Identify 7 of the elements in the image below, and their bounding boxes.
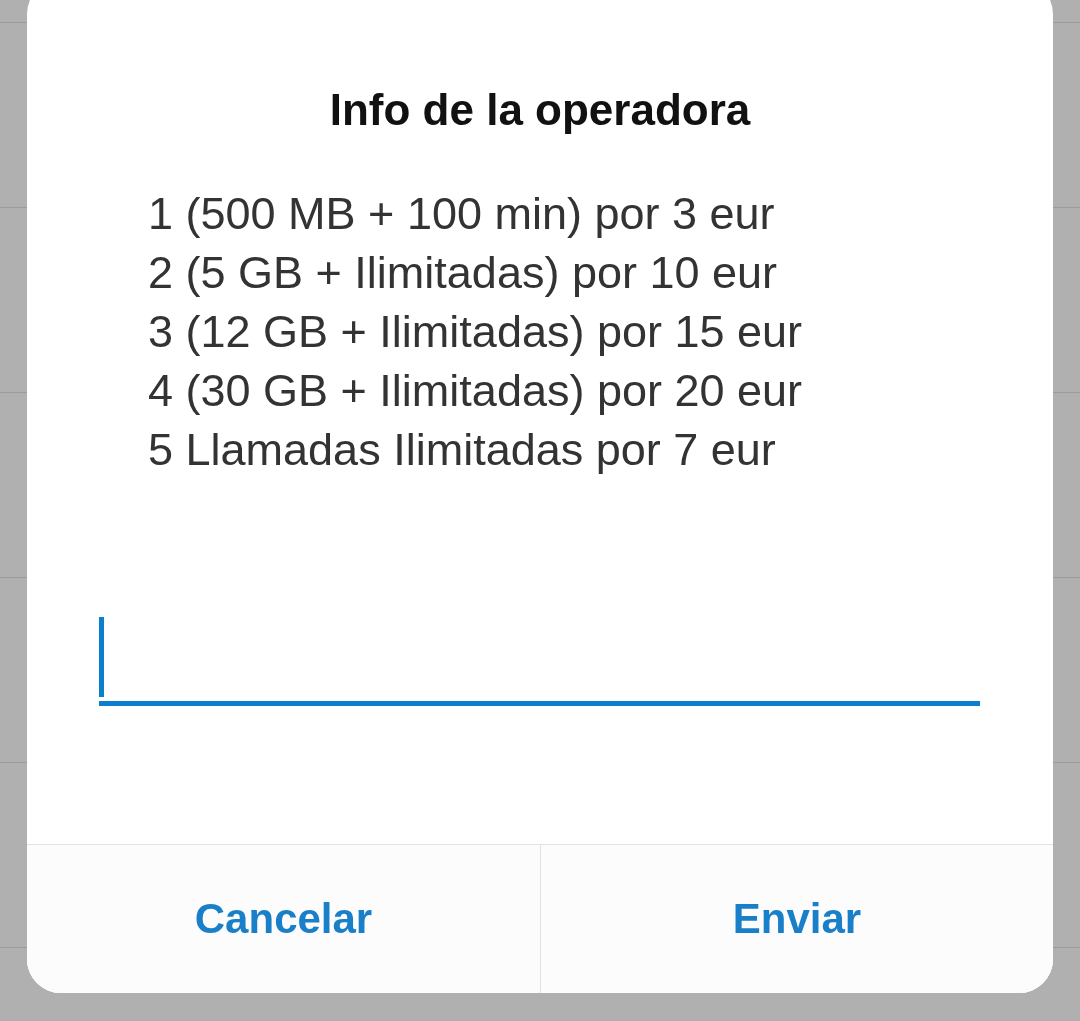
- plan-option-text: 2 (5 GB + Ilimitadas) por 10 eur: [148, 246, 778, 300]
- plan-option-text: 1 (500 MB + 100 min) por 3 eur: [148, 187, 775, 241]
- send-button[interactable]: Enviar: [540, 845, 1053, 993]
- plan-option-text: 3 (12 GB + Ilimitadas) por 15 eur: [148, 305, 803, 359]
- dialog-title: Info de la operadora: [328, 84, 752, 136]
- plan-option-text: 5 Llamadas Ilimitadas por 7 eur: [148, 423, 776, 477]
- plan-option-text: 4 (30 GB + Ilimitadas) por 20 eur: [148, 364, 803, 418]
